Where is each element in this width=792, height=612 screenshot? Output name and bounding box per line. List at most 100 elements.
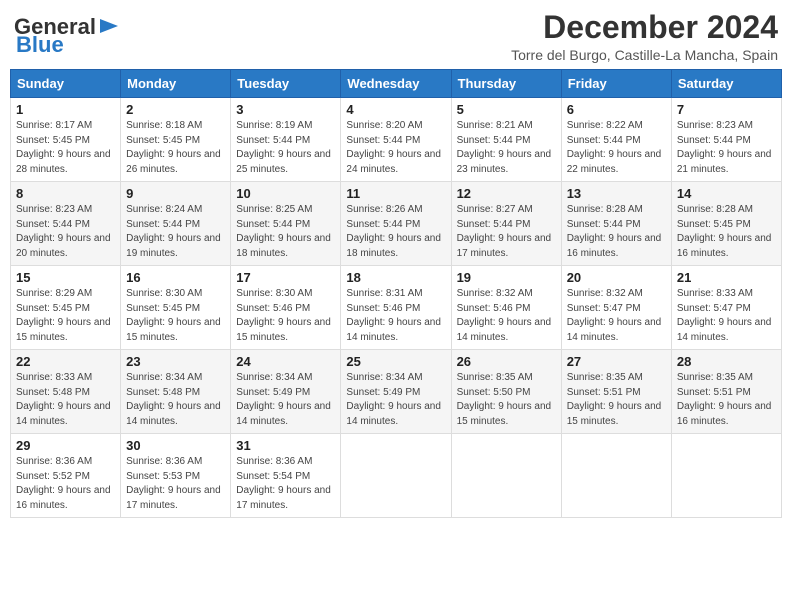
day-number: 18	[346, 270, 445, 285]
day-number: 2	[126, 102, 225, 117]
calendar-cell: 10 Sunrise: 8:25 AMSunset: 5:44 PMDayligh…	[231, 182, 341, 266]
calendar-cell: 8 Sunrise: 8:23 AMSunset: 5:44 PMDaylight…	[11, 182, 121, 266]
day-number: 1	[16, 102, 115, 117]
logo-arrow-icon	[98, 15, 120, 37]
day-info: Sunrise: 8:30 AMSunset: 5:45 PMDaylight:…	[126, 287, 225, 345]
day-number: 16	[126, 270, 225, 285]
calendar-cell: 21Sunrise: 8:33 AMSunset: 5:47 PMDayligh…	[671, 266, 781, 350]
calendar-cell: 25 Sunrise: 8:34 AMSunset: 5:49 PMDayligh…	[341, 350, 451, 434]
day-info: Sunrise: 8:23 AMSunset: 5:44 PMDaylight:…	[677, 119, 776, 177]
calendar-cell: 5 Sunrise: 8:21 AMSunset: 5:44 PMDaylight…	[451, 98, 561, 182]
day-info: Sunrise: 8:28 AMSunset: 5:44 PMDaylight:…	[567, 203, 666, 261]
day-info: Sunrise: 8:27 AMSunset: 5:44 PMDaylight:…	[457, 203, 556, 261]
day-info: Sunrise: 8:30 AMSunset: 5:46 PMDaylight:…	[236, 287, 335, 345]
weekday-header-monday: Monday	[121, 70, 231, 98]
day-number: 27	[567, 354, 666, 369]
calendar-cell	[451, 434, 561, 518]
calendar-cell: 24 Sunrise: 8:34 AMSunset: 5:49 PMDayligh…	[231, 350, 341, 434]
day-info: Sunrise: 8:19 AMSunset: 5:44 PMDaylight:…	[236, 119, 335, 177]
calendar-cell: 9Sunrise: 8:24 AMSunset: 5:44 PMDaylight…	[121, 182, 231, 266]
day-info: Sunrise: 8:29 AMSunset: 5:45 PMDaylight:…	[16, 287, 115, 345]
day-number: 11	[346, 186, 445, 201]
day-info: Sunrise: 8:32 AMSunset: 5:47 PMDaylight:…	[567, 287, 666, 345]
day-number: 25	[346, 354, 445, 369]
calendar-cell: 4 Sunrise: 8:20 AMSunset: 5:44 PMDaylight…	[341, 98, 451, 182]
day-number: 5	[457, 102, 556, 117]
calendar-cell: 23Sunrise: 8:34 AMSunset: 5:48 PMDayligh…	[121, 350, 231, 434]
calendar-cell: 19 Sunrise: 8:32 AMSunset: 5:46 PMDayligh…	[451, 266, 561, 350]
calendar-cell: 30 Sunrise: 8:36 AMSunset: 5:53 PMDayligh…	[121, 434, 231, 518]
day-info: Sunrise: 8:33 AMSunset: 5:47 PMDaylight:…	[677, 287, 776, 345]
day-info: Sunrise: 8:35 AMSunset: 5:50 PMDaylight:…	[457, 371, 556, 429]
day-number: 23	[126, 354, 225, 369]
calendar-cell: 22 Sunrise: 8:33 AMSunset: 5:48 PMDayligh…	[11, 350, 121, 434]
weekday-header-thursday: Thursday	[451, 70, 561, 98]
month-title: December 2024	[511, 10, 778, 45]
calendar-cell: 2 Sunrise: 8:18 AMSunset: 5:45 PMDaylight…	[121, 98, 231, 182]
day-info: Sunrise: 8:28 AMSunset: 5:45 PMDaylight:…	[677, 203, 776, 261]
day-info: Sunrise: 8:23 AMSunset: 5:44 PMDaylight:…	[16, 203, 115, 261]
day-number: 17	[236, 270, 335, 285]
calendar-cell: 6Sunrise: 8:22 AMSunset: 5:44 PMDaylight…	[561, 98, 671, 182]
calendar-cell: 11Sunrise: 8:26 AMSunset: 5:44 PMDayligh…	[341, 182, 451, 266]
day-info: Sunrise: 8:20 AMSunset: 5:44 PMDaylight:…	[346, 119, 445, 177]
weekday-header-row: SundayMondayTuesdayWednesdayThursdayFrid…	[11, 70, 782, 98]
weekday-header-sunday: Sunday	[11, 70, 121, 98]
calendar-week-row: 29 Sunrise: 8:36 AMSunset: 5:52 PMDayligh…	[11, 434, 782, 518]
day-number: 26	[457, 354, 556, 369]
logo-blue-text: Blue	[16, 34, 64, 56]
calendar-cell: 29 Sunrise: 8:36 AMSunset: 5:52 PMDayligh…	[11, 434, 121, 518]
calendar-week-row: 1Sunrise: 8:17 AMSunset: 5:45 PMDaylight…	[11, 98, 782, 182]
day-info: Sunrise: 8:25 AMSunset: 5:44 PMDaylight:…	[236, 203, 335, 261]
calendar-cell: 27 Sunrise: 8:35 AMSunset: 5:51 PMDayligh…	[561, 350, 671, 434]
day-info: Sunrise: 8:32 AMSunset: 5:46 PMDaylight:…	[457, 287, 556, 345]
calendar-week-row: 15Sunrise: 8:29 AMSunset: 5:45 PMDayligh…	[11, 266, 782, 350]
day-info: Sunrise: 8:34 AMSunset: 5:49 PMDaylight:…	[236, 371, 335, 429]
day-number: 10	[236, 186, 335, 201]
day-number: 22	[16, 354, 115, 369]
day-info: Sunrise: 8:34 AMSunset: 5:49 PMDaylight:…	[346, 371, 445, 429]
day-info: Sunrise: 8:18 AMSunset: 5:45 PMDaylight:…	[126, 119, 225, 177]
calendar-cell	[671, 434, 781, 518]
day-number: 14	[677, 186, 776, 201]
day-info: Sunrise: 8:36 AMSunset: 5:52 PMDaylight:…	[16, 455, 115, 513]
calendar-cell: 20 Sunrise: 8:32 AMSunset: 5:47 PMDayligh…	[561, 266, 671, 350]
weekday-header-friday: Friday	[561, 70, 671, 98]
day-info: Sunrise: 8:36 AMSunset: 5:53 PMDaylight:…	[126, 455, 225, 513]
calendar-week-row: 8 Sunrise: 8:23 AMSunset: 5:44 PMDaylight…	[11, 182, 782, 266]
calendar-cell	[341, 434, 451, 518]
day-number: 29	[16, 438, 115, 453]
calendar-cell: 28 Sunrise: 8:35 AMSunset: 5:51 PMDayligh…	[671, 350, 781, 434]
day-info: Sunrise: 8:22 AMSunset: 5:44 PMDaylight:…	[567, 119, 666, 177]
day-info: Sunrise: 8:36 AMSunset: 5:54 PMDaylight:…	[236, 455, 335, 513]
day-info: Sunrise: 8:21 AMSunset: 5:44 PMDaylight:…	[457, 119, 556, 177]
page-header: General Blue December 2024 Torre del Bur…	[10, 10, 782, 63]
calendar-cell: 14 Sunrise: 8:28 AMSunset: 5:45 PMDayligh…	[671, 182, 781, 266]
day-number: 4	[346, 102, 445, 117]
calendar-cell: 16 Sunrise: 8:30 AMSunset: 5:45 PMDayligh…	[121, 266, 231, 350]
day-info: Sunrise: 8:24 AMSunset: 5:44 PMDaylight:…	[126, 203, 225, 261]
day-info: Sunrise: 8:35 AMSunset: 5:51 PMDaylight:…	[677, 371, 776, 429]
day-number: 20	[567, 270, 666, 285]
day-info: Sunrise: 8:35 AMSunset: 5:51 PMDaylight:…	[567, 371, 666, 429]
calendar-cell: 7 Sunrise: 8:23 AMSunset: 5:44 PMDaylight…	[671, 98, 781, 182]
weekday-header-wednesday: Wednesday	[341, 70, 451, 98]
weekday-header-tuesday: Tuesday	[231, 70, 341, 98]
day-number: 8	[16, 186, 115, 201]
calendar-cell: 15Sunrise: 8:29 AMSunset: 5:45 PMDayligh…	[11, 266, 121, 350]
calendar-cell: 12Sunrise: 8:27 AMSunset: 5:44 PMDayligh…	[451, 182, 561, 266]
calendar-week-row: 22 Sunrise: 8:33 AMSunset: 5:48 PMDayligh…	[11, 350, 782, 434]
day-info: Sunrise: 8:33 AMSunset: 5:48 PMDaylight:…	[16, 371, 115, 429]
day-number: 13	[567, 186, 666, 201]
day-number: 3	[236, 102, 335, 117]
day-info: Sunrise: 8:31 AMSunset: 5:46 PMDaylight:…	[346, 287, 445, 345]
day-number: 24	[236, 354, 335, 369]
day-number: 7	[677, 102, 776, 117]
calendar-cell: 3 Sunrise: 8:19 AMSunset: 5:44 PMDaylight…	[231, 98, 341, 182]
day-number: 31	[236, 438, 335, 453]
day-number: 19	[457, 270, 556, 285]
calendar-table: SundayMondayTuesdayWednesdayThursdayFrid…	[10, 69, 782, 518]
day-number: 30	[126, 438, 225, 453]
calendar-cell	[561, 434, 671, 518]
day-number: 28	[677, 354, 776, 369]
